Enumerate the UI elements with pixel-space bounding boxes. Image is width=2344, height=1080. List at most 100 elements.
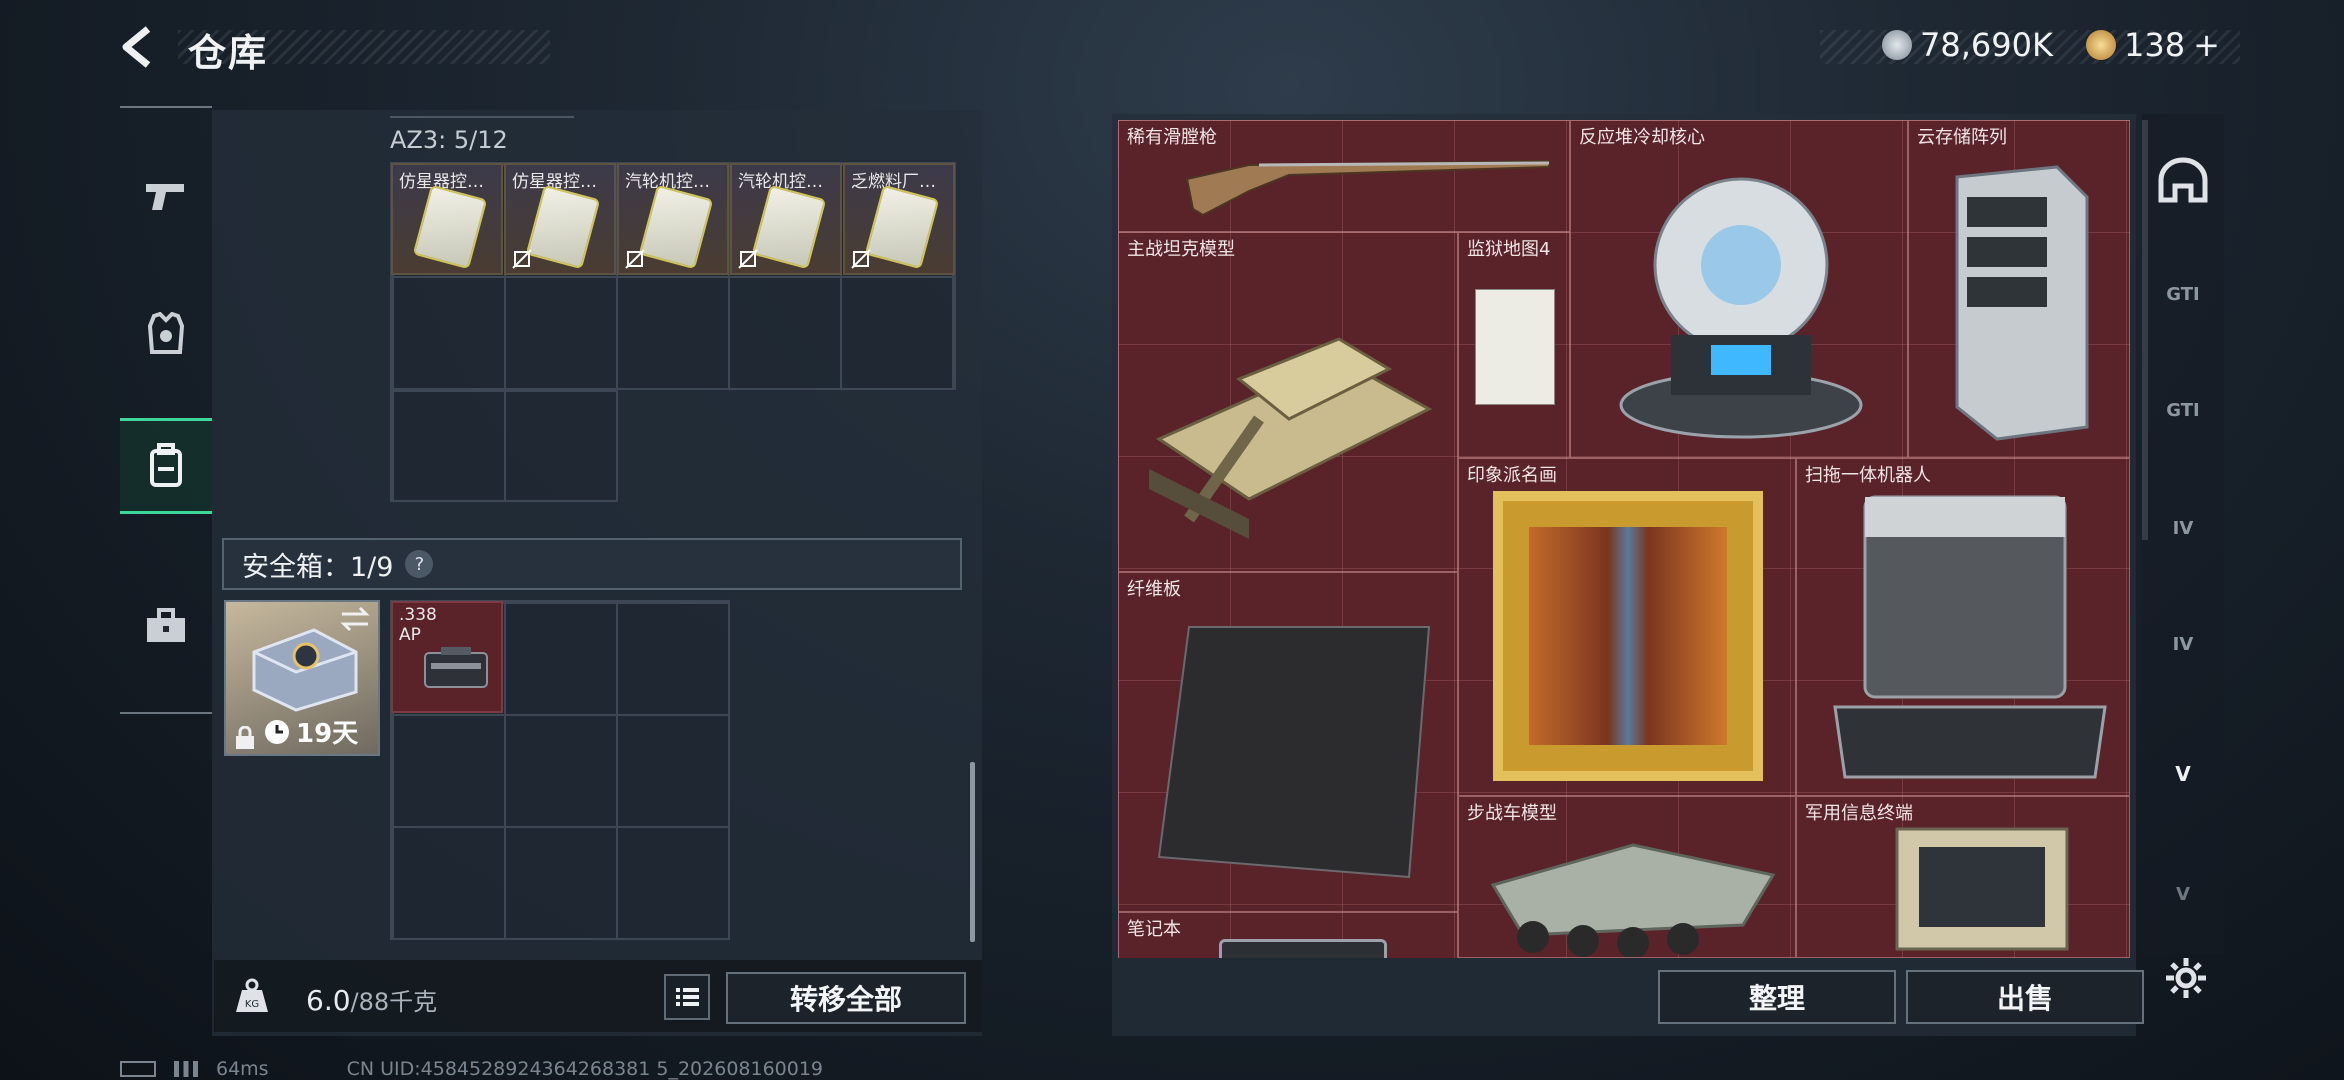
stash-item-notebook[interactable]: 笔记本 bbox=[1118, 912, 1458, 958]
gold-plus[interactable]: + bbox=[2193, 26, 2220, 64]
stash-grid[interactable]: 稀有滑膛枪 反应堆冷却核心 云存储阵列 主战坦克模型 监狱地图4 印象派名画 扫… bbox=[1118, 120, 2130, 958]
safe-box-case[interactable]: 19天 bbox=[224, 600, 380, 756]
weight-current: 6.0 bbox=[306, 984, 351, 1017]
weight-kg-icon: KG bbox=[236, 978, 268, 1012]
list-view-button[interactable] bbox=[664, 974, 710, 1020]
iv-box-icon: IV bbox=[2172, 633, 2194, 655]
container-item[interactable]: 汽轮机控… bbox=[617, 163, 729, 275]
safe-case-icon bbox=[252, 628, 358, 712]
sell-button[interactable]: 出售 bbox=[1906, 970, 2144, 1024]
clock-icon bbox=[265, 719, 289, 744]
safe-box-header: 安全箱：1/9 ? bbox=[222, 538, 962, 590]
help-icon[interactable]: ? bbox=[405, 550, 434, 578]
tank-icon bbox=[1149, 337, 1433, 539]
ammo-name: .338 AP bbox=[399, 605, 437, 645]
stash-item-musket[interactable]: 稀有滑膛枪 bbox=[1118, 120, 1570, 232]
container-item[interactable]: 汽轮机控… bbox=[730, 163, 842, 275]
stash-item-prison-map[interactable]: 监狱地图4 bbox=[1458, 232, 1570, 458]
stash-tab-2[interactable]: GTI bbox=[2146, 254, 2220, 334]
nav-armor[interactable] bbox=[120, 286, 212, 382]
inventory-scrollbar[interactable] bbox=[970, 762, 975, 942]
item-name: 纤维板 bbox=[1127, 579, 1181, 600]
safe-box-capacity: 安全箱：1/9 bbox=[242, 551, 394, 583]
gold-coin-icon bbox=[2086, 30, 2116, 60]
swap-icon[interactable] bbox=[338, 606, 372, 632]
item-name: 军用信息终端 bbox=[1805, 803, 1913, 824]
item-name: 印象派名画 bbox=[1467, 465, 1557, 486]
item-name: 步战车模型 bbox=[1467, 803, 1557, 824]
stash-tab-7[interactable]: V bbox=[2146, 854, 2220, 934]
carbon-sheet-icon bbox=[1157, 626, 1431, 879]
safe-box-item[interactable]: .338 AP bbox=[391, 601, 503, 713]
stash-item-cloud-storage[interactable]: 云存储阵列 bbox=[1908, 120, 2130, 458]
item-name: 监狱地图4 bbox=[1467, 239, 1551, 260]
gti-armor-icon: GTI bbox=[2166, 399, 2200, 421]
stash-tab-3[interactable]: GTI bbox=[2146, 370, 2220, 450]
transfer-all-button[interactable]: 转移全部 bbox=[726, 972, 966, 1024]
stash-tab-4[interactable]: IV bbox=[2146, 488, 2220, 568]
stash-tab-6[interactable]: V bbox=[2146, 734, 2220, 814]
settings-gear-icon[interactable] bbox=[2164, 956, 2208, 1000]
no-trade-icon bbox=[625, 249, 645, 269]
ping-readout: 64ms bbox=[216, 1058, 269, 1080]
no-trade-icon bbox=[738, 249, 758, 269]
nav-weapons[interactable] bbox=[120, 148, 212, 244]
gti-weapon-icon: GTI bbox=[2166, 283, 2200, 305]
stash-tab-1[interactable] bbox=[2146, 140, 2220, 220]
uid-readout: CN UID:4584528924364268381 5_20260816001… bbox=[346, 1058, 824, 1080]
item-name: 笔记本 bbox=[1127, 919, 1181, 940]
item-name: 稀有滑膛枪 bbox=[1127, 127, 1217, 148]
control-panel-item-icon bbox=[525, 184, 601, 270]
item-name: 反应堆冷却核心 bbox=[1579, 127, 1705, 148]
stash-item-tank-model[interactable]: 主战坦克模型 bbox=[1118, 232, 1458, 572]
gold-currency[interactable]: 138 + bbox=[2086, 26, 2220, 64]
server-tower-icon bbox=[1955, 165, 2089, 441]
ifv-icon bbox=[1490, 843, 1776, 957]
container-item[interactable]: 仿星器控… bbox=[391, 163, 503, 275]
robot-vacuum-icon bbox=[1833, 495, 2107, 779]
status-bar: 64ms CN UID:4584528924364268381 5_202608… bbox=[120, 1058, 823, 1080]
safe-box-timer: 19天 bbox=[264, 713, 358, 750]
v-case2-icon: V bbox=[2176, 883, 2190, 905]
nav-backpack[interactable] bbox=[120, 418, 212, 514]
helmet-icon bbox=[2158, 157, 2208, 203]
backpack-icon bbox=[150, 443, 182, 487]
ammo-box-icon bbox=[424, 647, 488, 688]
no-trade-icon bbox=[851, 249, 871, 269]
weight-max: /88千克 bbox=[350, 988, 438, 1016]
musket-icon bbox=[1185, 159, 1550, 217]
item-name: 汽轮机控… bbox=[738, 172, 823, 192]
stash-item-robot-vacuum[interactable]: 扫拖一体机器人 bbox=[1796, 458, 2130, 796]
stash-item-fiberboard[interactable]: 纤维板 bbox=[1118, 572, 1458, 912]
silver-coin-icon bbox=[1882, 30, 1912, 60]
nav-tools[interactable] bbox=[120, 578, 212, 674]
silver-currency: 78,690K bbox=[1882, 26, 2053, 64]
gold-frame bbox=[1493, 491, 1763, 781]
item-name: 仿星器控… bbox=[399, 172, 484, 192]
back-arrow-icon[interactable] bbox=[118, 25, 162, 69]
stash-item-impressionist-painting[interactable]: 印象派名画 bbox=[1458, 458, 1796, 796]
weight-readout: 6.0/88千克 bbox=[306, 982, 437, 1017]
svg-text:KG: KG bbox=[245, 999, 259, 1010]
item-name: 乏燃料厂… bbox=[851, 172, 936, 192]
battery-icon bbox=[120, 1061, 156, 1077]
stash-tab-5[interactable]: IV bbox=[2146, 604, 2220, 684]
item-name: 汽轮机控… bbox=[625, 172, 710, 192]
list-icon bbox=[676, 988, 699, 1006]
timer-value: 19天 bbox=[296, 719, 359, 749]
rugged-laptop-icon bbox=[1895, 827, 2069, 951]
pistol-icon bbox=[146, 184, 184, 210]
stash-item-ifv-model[interactable]: 步战车模型 bbox=[1458, 796, 1796, 958]
no-trade-icon bbox=[512, 249, 532, 269]
item-name: 主战坦克模型 bbox=[1127, 239, 1235, 260]
laptop-icon bbox=[1219, 939, 1387, 958]
toolbox-icon bbox=[147, 608, 185, 642]
lock-icon bbox=[236, 726, 254, 749]
container-item[interactable]: 仿星器控… bbox=[504, 163, 616, 275]
container-grid-lower[interactable] bbox=[390, 388, 618, 502]
stash-item-military-terminal[interactable]: 军用信息终端 bbox=[1796, 796, 2130, 958]
organize-button[interactable]: 整理 bbox=[1658, 970, 1896, 1024]
painting-canvas bbox=[1529, 527, 1727, 745]
container-item[interactable]: 乏燃料厂… bbox=[843, 163, 955, 275]
stash-item-reactor-core[interactable]: 反应堆冷却核心 bbox=[1570, 120, 1908, 458]
